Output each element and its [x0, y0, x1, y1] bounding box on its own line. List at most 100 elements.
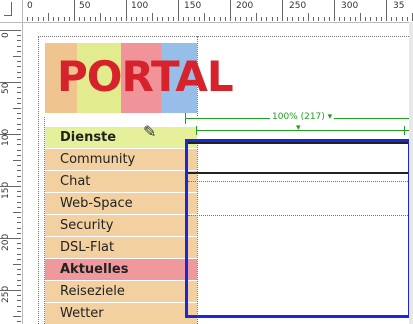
ruler-tick	[17, 222, 21, 223]
ruler-top-label-300: 300	[341, 1, 359, 11]
outer-table-left-border	[38, 36, 39, 324]
nav-item-security[interactable]: Security	[45, 215, 197, 236]
ruler-tick	[17, 118, 21, 119]
ruler-tick	[204, 13, 205, 21]
selected-table-outline[interactable]	[185, 139, 411, 318]
ruler-tick	[199, 17, 200, 21]
ruler-tick	[13, 316, 21, 317]
nav-item-community[interactable]: Community	[45, 149, 197, 170]
ruler-tick	[17, 181, 21, 182]
horizontal-ruler[interactable]: 0 50 100 150 200 250 300 35	[0, 0, 413, 23]
ruler-tick	[350, 17, 351, 21]
table-width-menu[interactable]: 100% (217) ▾	[270, 112, 335, 122]
ruler-tick	[381, 17, 382, 21]
ruler-tick	[17, 306, 21, 307]
nav-item-label: Chat	[60, 174, 91, 189]
vertical-ruler[interactable]: 0 50 100 150 200 250	[0, 22, 23, 324]
ruler-tick	[308, 13, 309, 21]
ruler-tick	[178, 0, 179, 21]
ruler-top-label-350: 35	[393, 1, 405, 11]
nav-item-dienste[interactable]: Dienste	[45, 127, 197, 148]
ruler-tick	[13, 212, 21, 213]
ruler-tick	[17, 35, 21, 36]
ruler-tick	[32, 17, 33, 21]
ruler-tick	[17, 259, 21, 260]
nav-item-reiseziele[interactable]: Reiseziele	[45, 281, 197, 302]
ruler-tick	[183, 17, 184, 21]
ruler-tick	[17, 274, 21, 275]
nav-item-label: Dienste	[60, 130, 117, 145]
ruler-top-label-50: 50	[79, 1, 91, 11]
ruler-top-label-100: 100	[131, 1, 149, 11]
vertical-scrollbar[interactable]	[409, 22, 413, 324]
ruler-left-label-0: 0	[1, 32, 11, 38]
ruler-tick	[318, 17, 319, 21]
ruler-tick	[277, 17, 278, 21]
ruler-tick	[17, 170, 21, 171]
pencil-icon: ✎	[143, 122, 157, 141]
ruler-tick	[95, 17, 96, 21]
ruler-tick	[407, 17, 408, 21]
ruler-tick	[324, 17, 325, 21]
nav-item-dsl-flat[interactable]: DSL-Flat	[45, 237, 197, 258]
ruler-tick	[17, 207, 21, 208]
ruler-tick	[147, 17, 148, 21]
ruler-tick	[298, 17, 299, 21]
ruler-left-label-250: 250	[1, 285, 11, 303]
ruler-tick	[334, 0, 335, 21]
ruler-tick	[360, 13, 361, 21]
ruler-origin-corner[interactable]	[0, 0, 23, 23]
ruler-tick	[13, 160, 21, 161]
nav-item-chat[interactable]: Chat	[45, 171, 197, 192]
ruler-tick	[391, 17, 392, 21]
ruler-tick	[126, 0, 127, 21]
ruler-top-label-250: 250	[289, 1, 307, 11]
ruler-tick	[58, 17, 59, 21]
nav-item-label: Aktuelles	[60, 262, 129, 277]
nav-item-label: Reiseziele	[60, 284, 125, 299]
ruler-tick	[13, 264, 21, 265]
ruler-tick	[17, 51, 21, 52]
ruler-tick	[17, 295, 21, 296]
ruler-tick	[209, 17, 210, 21]
nav-item-wetter[interactable]: Wetter	[45, 303, 197, 324]
ruler-tick	[17, 202, 21, 203]
ruler-tick	[194, 17, 195, 21]
ruler-tick	[157, 17, 158, 21]
ruler-tick	[188, 17, 189, 21]
ruler-tick	[0, 82, 21, 83]
ruler-left-label-50: 50	[1, 82, 11, 94]
portal-logo[interactable]: PORTAL	[45, 43, 234, 113]
ruler-tick	[17, 233, 21, 234]
ruler-tick	[38, 17, 39, 21]
ruler-tick	[329, 17, 330, 21]
ruler-tick	[43, 17, 44, 21]
ruler-tick	[27, 17, 28, 21]
ruler-tick	[17, 150, 21, 151]
ruler-tick	[79, 17, 80, 21]
ruler-tick	[17, 46, 21, 47]
nav-item-aktuelles[interactable]: Aktuelles	[45, 259, 197, 280]
ruler-tick	[17, 98, 21, 99]
ruler-tick	[235, 17, 236, 21]
ruler-tick	[230, 0, 231, 21]
ruler-tick	[339, 17, 340, 21]
ruler-tick	[17, 139, 21, 140]
ruler-tick	[0, 30, 21, 31]
ruler-tick	[17, 144, 21, 145]
ruler-tick	[17, 280, 21, 281]
ruler-tick	[17, 254, 21, 255]
ruler-tick	[272, 17, 273, 21]
ruler-tick	[214, 17, 215, 21]
ruler-tick	[17, 191, 21, 192]
ruler-top-label-0: 0	[27, 1, 33, 11]
nav-item-label: DSL-Flat	[60, 240, 115, 255]
nav-item-web-space[interactable]: Web-Space	[45, 193, 197, 214]
ruler-tick	[402, 17, 403, 21]
ruler-tick	[251, 17, 252, 21]
ruler-tick	[17, 124, 21, 125]
ruler-tick	[240, 17, 241, 21]
ruler-tick	[17, 311, 21, 312]
nav-item-label: Community	[60, 152, 136, 167]
column-width-menu-arrow[interactable]: ▾	[296, 124, 301, 133]
